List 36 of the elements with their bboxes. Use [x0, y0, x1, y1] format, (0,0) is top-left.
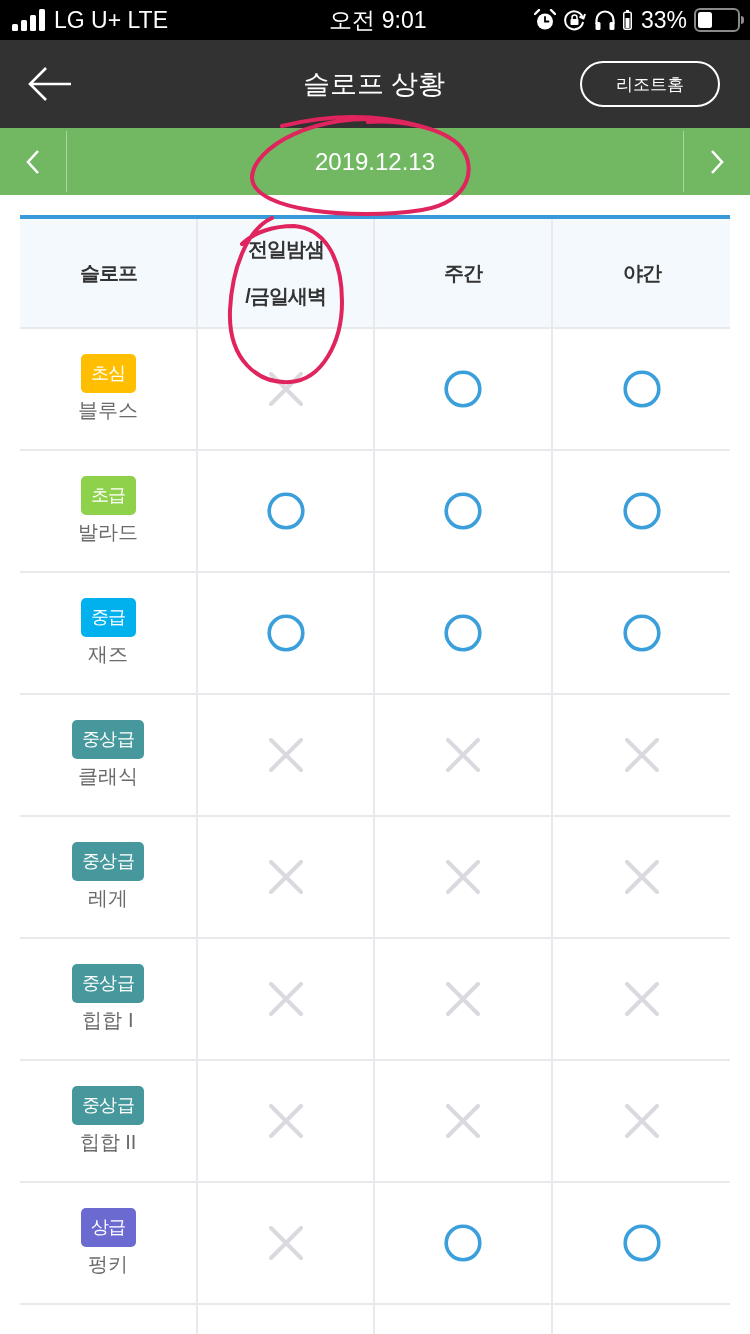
clock-text: 오전 9:01	[329, 5, 427, 35]
column-header: 주간	[375, 219, 553, 327]
chevron-left-icon	[26, 148, 40, 175]
grade-tag: 초심	[80, 354, 136, 393]
grade-tag: 중상급	[71, 1086, 145, 1125]
slope-name: 힙합 II	[79, 1130, 137, 1155]
slope-name: 펑키	[88, 1252, 128, 1277]
grade-tag: 중상급	[71, 842, 145, 881]
slope-name: 발라드	[78, 520, 138, 545]
slope-name: 레게	[88, 886, 128, 911]
grade-tag: 중급	[80, 598, 136, 637]
small-battery-icon	[622, 10, 632, 30]
headphones-icon	[593, 9, 616, 31]
grade-tag: 중상급	[71, 720, 145, 759]
back-button[interactable]	[28, 67, 72, 101]
slope-name: 힙합 I	[82, 1008, 134, 1033]
battery-percent-text: 33%	[640, 6, 687, 34]
page-title: 슬로프 상황	[302, 68, 446, 101]
slope-name: 블루스	[78, 398, 138, 423]
battery-icon	[694, 8, 744, 32]
slope-name: 클래식	[78, 764, 138, 789]
back-arrow-icon	[28, 67, 72, 101]
resort-home-button[interactable]: 리조트홈	[580, 61, 720, 107]
slope-name: 재즈	[88, 642, 128, 667]
signal-icon	[12, 9, 46, 31]
carrier-text: LG U+ LTE	[54, 6, 168, 34]
chevron-right-icon	[710, 148, 724, 175]
column-header: 전일밤샘 /금일새벽	[198, 219, 375, 327]
grade-tag: 초급	[80, 476, 136, 515]
column-header: 슬로프	[20, 219, 198, 327]
grade-tag: 상급	[80, 1208, 136, 1247]
date-text: 2019.12.13	[314, 147, 436, 176]
alarm-clock-icon	[533, 9, 556, 31]
rotation-lock-icon	[562, 9, 587, 31]
column-header: 야간	[621, 260, 662, 286]
grade-tag: 중상급	[71, 964, 145, 1003]
